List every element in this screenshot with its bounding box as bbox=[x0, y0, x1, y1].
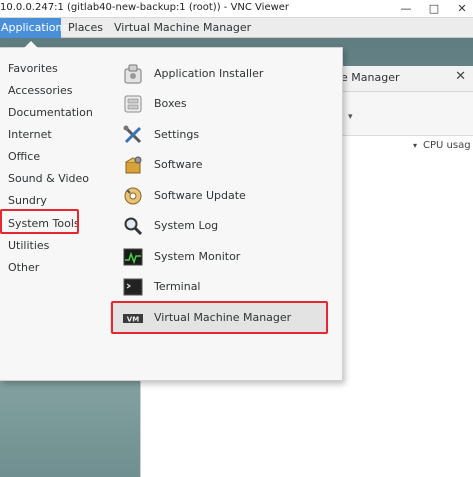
close-icon[interactable]: ✕ bbox=[455, 2, 469, 15]
system-monitor-icon bbox=[122, 246, 144, 268]
app-system-monitor[interactable]: System Monitor bbox=[110, 242, 327, 272]
chevron-down-icon: ▾ bbox=[413, 141, 418, 150]
category-favorites[interactable]: Favorites bbox=[0, 58, 98, 80]
gnome-top-bar: Applications Places Virtual Machine Mana… bbox=[0, 18, 473, 38]
app-highlight-box bbox=[111, 301, 328, 334]
app-system-log[interactable]: System Log bbox=[110, 211, 327, 241]
category-highlight-box bbox=[0, 209, 79, 234]
menu-pointer bbox=[24, 41, 38, 48]
magnifier-log-icon bbox=[122, 215, 144, 237]
vnc-titlebar: 10.0.0.247:1 (gitlab40-new-backup:1 (roo… bbox=[0, 0, 473, 18]
app-software[interactable]: Software bbox=[110, 150, 327, 180]
category-accessories[interactable]: Accessories bbox=[0, 80, 98, 102]
app-label: Boxes bbox=[154, 97, 187, 110]
app-boxes[interactable]: Boxes bbox=[110, 89, 327, 119]
app-label: System Monitor bbox=[154, 250, 241, 263]
applications-menu-button[interactable]: Applications bbox=[0, 18, 68, 38]
software-package-icon bbox=[122, 154, 144, 176]
virt-manager-title: e Manager bbox=[341, 71, 400, 84]
active-app-menu[interactable]: Virtual Machine Manager bbox=[110, 18, 255, 38]
app-label: Software bbox=[154, 158, 203, 171]
app-terminal[interactable]: Terminal bbox=[110, 272, 327, 302]
app-label: Software Update bbox=[154, 189, 246, 202]
minimize-icon[interactable]: — bbox=[399, 2, 413, 15]
app-label: Application Installer bbox=[154, 67, 264, 80]
category-other[interactable]: Other bbox=[0, 257, 98, 279]
app-application-installer[interactable]: Application Installer bbox=[110, 59, 327, 89]
vnc-window-controls: — □ ✕ bbox=[399, 2, 469, 15]
vnc-window-title: 10.0.0.247:1 (gitlab40-new-backup:1 (roo… bbox=[0, 2, 290, 13]
app-label: System Log bbox=[154, 219, 219, 232]
category-internet[interactable]: Internet bbox=[0, 124, 98, 146]
app-label: Settings bbox=[154, 128, 200, 141]
category-sound-video[interactable]: Sound & Video bbox=[0, 168, 98, 190]
close-icon[interactable]: ✕ bbox=[455, 69, 466, 84]
chevron-down-icon[interactable]: ▾ bbox=[348, 112, 353, 122]
applications-menu: Favorites Accessories Documentation Inte… bbox=[0, 41, 343, 381]
category-documentation[interactable]: Documentation bbox=[0, 102, 98, 124]
places-menu-button[interactable]: Places bbox=[64, 18, 107, 38]
category-utilities[interactable]: Utilities bbox=[0, 235, 98, 257]
cpu-usage-column-header[interactable]: ▾ CPU usag bbox=[413, 140, 471, 151]
boxes-icon bbox=[122, 93, 144, 115]
app-settings[interactable]: Settings bbox=[110, 120, 327, 150]
app-label: Terminal bbox=[154, 280, 201, 293]
software-update-icon bbox=[122, 185, 144, 207]
category-office[interactable]: Office bbox=[0, 146, 98, 168]
package-installer-icon bbox=[122, 63, 144, 85]
terminal-icon bbox=[122, 276, 144, 298]
settings-tools-icon bbox=[122, 124, 144, 146]
column-header-label: CPU usag bbox=[423, 140, 471, 151]
maximize-icon[interactable]: □ bbox=[427, 2, 441, 15]
app-software-update[interactable]: Software Update bbox=[110, 181, 327, 211]
